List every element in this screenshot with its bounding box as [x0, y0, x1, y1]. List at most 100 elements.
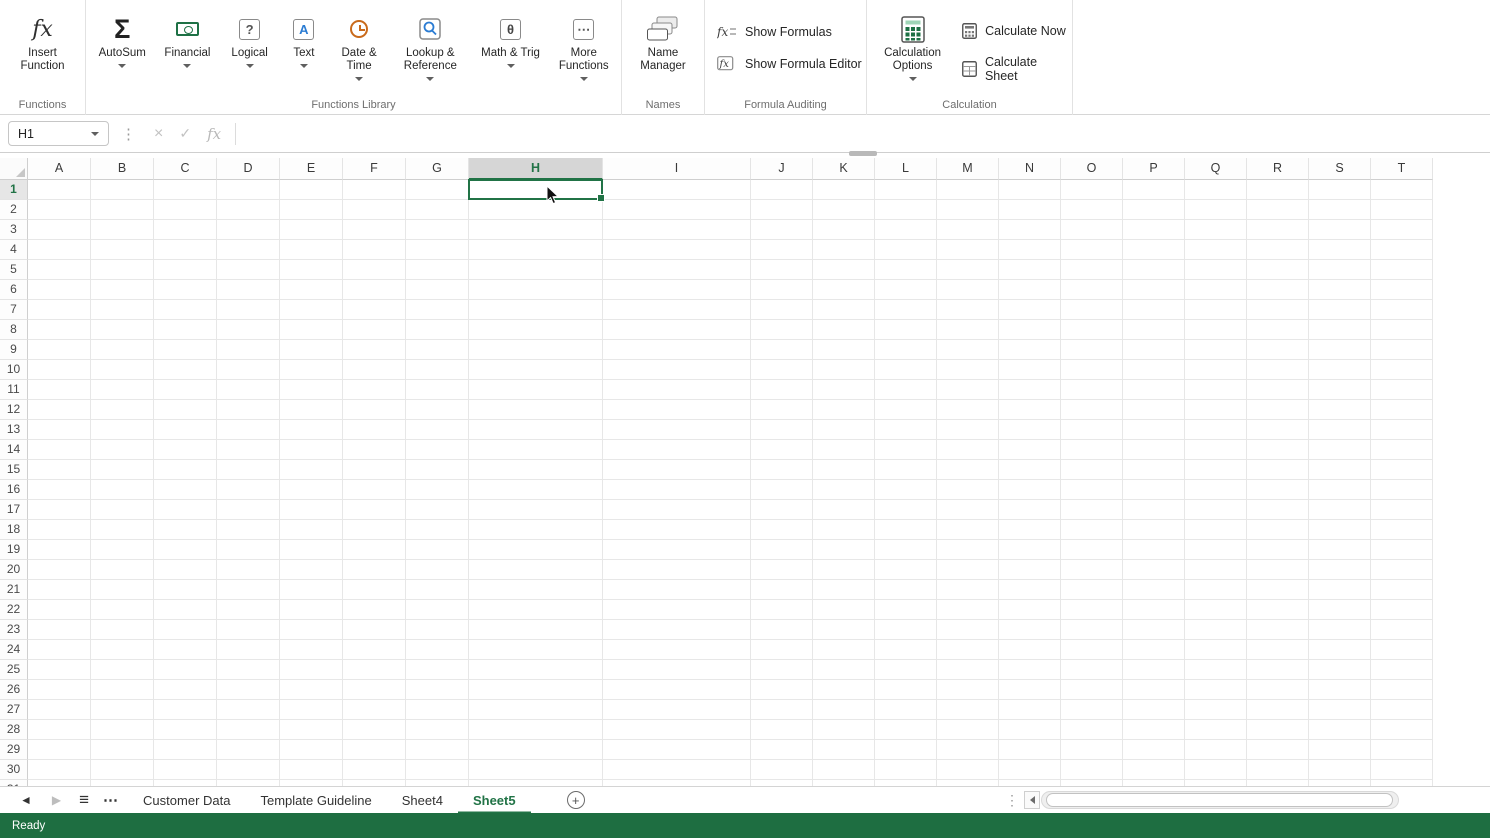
cell-T10[interactable]	[1371, 360, 1433, 380]
cell-K1[interactable]	[813, 180, 875, 200]
cell-T24[interactable]	[1371, 640, 1433, 660]
cell-L15[interactable]	[875, 460, 937, 480]
cell-T7[interactable]	[1371, 300, 1433, 320]
cell-O24[interactable]	[1061, 640, 1123, 660]
cell-O14[interactable]	[1061, 440, 1123, 460]
cell-B17[interactable]	[91, 500, 154, 520]
cell-H12[interactable]	[469, 400, 603, 420]
cell-M5[interactable]	[937, 260, 999, 280]
cell-R18[interactable]	[1247, 520, 1309, 540]
row-header-25[interactable]: 25	[0, 660, 28, 680]
cell-P5[interactable]	[1123, 260, 1185, 280]
cell-J21[interactable]	[751, 580, 813, 600]
cell-H30[interactable]	[469, 760, 603, 780]
cell-B21[interactable]	[91, 580, 154, 600]
cell-J22[interactable]	[751, 600, 813, 620]
cell-I4[interactable]	[603, 240, 751, 260]
column-header-N[interactable]: N	[999, 158, 1061, 180]
cell-K27[interactable]	[813, 700, 875, 720]
cell-L2[interactable]	[875, 200, 937, 220]
cell-D18[interactable]	[217, 520, 280, 540]
cell-N1[interactable]	[999, 180, 1061, 200]
cell-S1[interactable]	[1309, 180, 1371, 200]
cell-S17[interactable]	[1309, 500, 1371, 520]
cell-G13[interactable]	[406, 420, 469, 440]
cell-S27[interactable]	[1309, 700, 1371, 720]
cell-S29[interactable]	[1309, 740, 1371, 760]
cell-A4[interactable]	[28, 240, 91, 260]
cell-E3[interactable]	[280, 220, 343, 240]
cell-R24[interactable]	[1247, 640, 1309, 660]
cell-M3[interactable]	[937, 220, 999, 240]
cell-J11[interactable]	[751, 380, 813, 400]
cell-L5[interactable]	[875, 260, 937, 280]
cell-R1[interactable]	[1247, 180, 1309, 200]
cell-B13[interactable]	[91, 420, 154, 440]
cell-I21[interactable]	[603, 580, 751, 600]
cell-I24[interactable]	[603, 640, 751, 660]
cell-F21[interactable]	[343, 580, 406, 600]
cell-G15[interactable]	[406, 460, 469, 480]
cell-N7[interactable]	[999, 300, 1061, 320]
cell-S13[interactable]	[1309, 420, 1371, 440]
cell-N2[interactable]	[999, 200, 1061, 220]
row-header-23[interactable]: 23	[0, 620, 28, 640]
cell-C7[interactable]	[154, 300, 217, 320]
cell-K20[interactable]	[813, 560, 875, 580]
cell-T2[interactable]	[1371, 200, 1433, 220]
cell-N13[interactable]	[999, 420, 1061, 440]
cell-R30[interactable]	[1247, 760, 1309, 780]
cell-O1[interactable]	[1061, 180, 1123, 200]
cell-G30[interactable]	[406, 760, 469, 780]
cell-J28[interactable]	[751, 720, 813, 740]
cell-S25[interactable]	[1309, 660, 1371, 680]
cell-S15[interactable]	[1309, 460, 1371, 480]
row-header-16[interactable]: 16	[0, 480, 28, 500]
column-header-M[interactable]: M	[937, 158, 999, 180]
cell-K15[interactable]	[813, 460, 875, 480]
column-header-H[interactable]: H	[469, 158, 603, 180]
cell-D12[interactable]	[217, 400, 280, 420]
cell-J6[interactable]	[751, 280, 813, 300]
cell-N19[interactable]	[999, 540, 1061, 560]
cell-N14[interactable]	[999, 440, 1061, 460]
column-header-J[interactable]: J	[751, 158, 813, 180]
cell-I7[interactable]	[603, 300, 751, 320]
date-time-button[interactable]: Date & Time	[332, 11, 386, 81]
confirm-entry-icon[interactable]: ✓	[179, 125, 191, 142]
cell-G25[interactable]	[406, 660, 469, 680]
cell-A29[interactable]	[28, 740, 91, 760]
cell-G26[interactable]	[406, 680, 469, 700]
scrollbar-left-arrow[interactable]	[1024, 791, 1040, 809]
cell-P28[interactable]	[1123, 720, 1185, 740]
row-header-27[interactable]: 27	[0, 700, 28, 720]
row-header-20[interactable]: 20	[0, 560, 28, 580]
cell-I22[interactable]	[603, 600, 751, 620]
cell-F3[interactable]	[343, 220, 406, 240]
cell-L14[interactable]	[875, 440, 937, 460]
cell-M21[interactable]	[937, 580, 999, 600]
cell-I30[interactable]	[603, 760, 751, 780]
cell-M4[interactable]	[937, 240, 999, 260]
cell-B30[interactable]	[91, 760, 154, 780]
row-header-13[interactable]: 13	[0, 420, 28, 440]
cell-G29[interactable]	[406, 740, 469, 760]
cell-B10[interactable]	[91, 360, 154, 380]
cell-M12[interactable]	[937, 400, 999, 420]
cell-F16[interactable]	[343, 480, 406, 500]
cell-T26[interactable]	[1371, 680, 1433, 700]
cell-B28[interactable]	[91, 720, 154, 740]
cell-O25[interactable]	[1061, 660, 1123, 680]
cell-F20[interactable]	[343, 560, 406, 580]
cell-L17[interactable]	[875, 500, 937, 520]
cell-C3[interactable]	[154, 220, 217, 240]
cell-Q12[interactable]	[1185, 400, 1247, 420]
cell-F10[interactable]	[343, 360, 406, 380]
cell-C15[interactable]	[154, 460, 217, 480]
cell-O4[interactable]	[1061, 240, 1123, 260]
cell-O15[interactable]	[1061, 460, 1123, 480]
cell-N28[interactable]	[999, 720, 1061, 740]
cell-Q29[interactable]	[1185, 740, 1247, 760]
sheet-list-menu-icon[interactable]: ≡	[79, 790, 89, 810]
cell-F27[interactable]	[343, 700, 406, 720]
